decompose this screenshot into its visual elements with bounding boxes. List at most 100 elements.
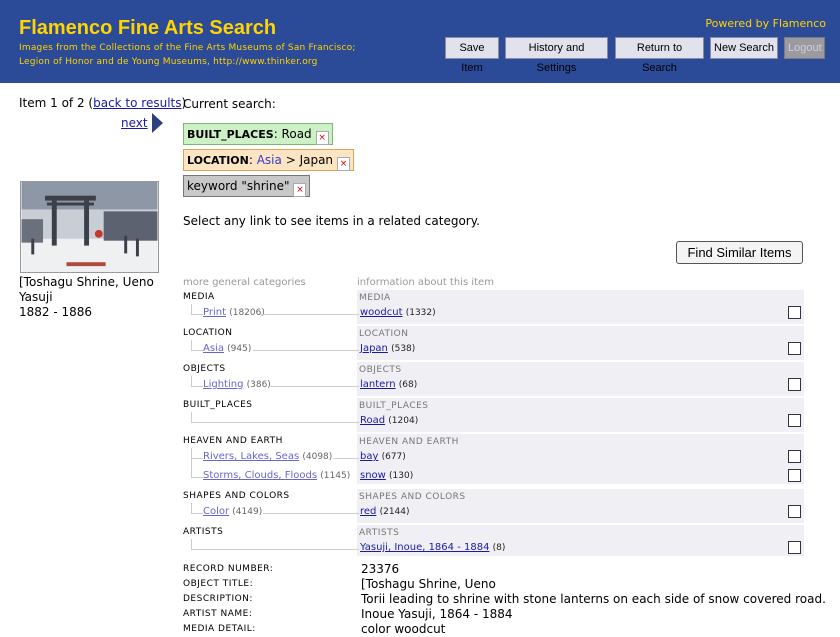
- return-to-search-button[interactable]: Return to Search: [615, 37, 704, 74]
- info-category-link[interactable]: snow (130): [360, 470, 413, 481]
- filter-separator: :: [248, 153, 257, 167]
- next-item[interactable]: next: [121, 113, 166, 133]
- meta-label: ARTIST NAME:: [183, 609, 253, 619]
- tree-line: [263, 513, 359, 514]
- tree-line: [253, 350, 359, 351]
- tree-line: [191, 549, 359, 550]
- history-settings-button[interactable]: History and Settings: [505, 37, 608, 74]
- record-number: 23376: [361, 562, 400, 576]
- similar-checkbox[interactable]: [788, 469, 801, 482]
- filter-chip-built-places: BUILT_PLACES: Road ×: [183, 123, 333, 145]
- tree-line: [191, 458, 203, 459]
- meta-label: DESCRIPTION:: [183, 594, 253, 604]
- meta-label: RECORD NUMBER:: [183, 564, 274, 574]
- category-name: LOCATION: [183, 328, 233, 338]
- tree-line: [191, 513, 203, 514]
- related-hint: Select any link to see items in a relate…: [183, 214, 480, 228]
- filter-parent-link[interactable]: Asia: [257, 153, 282, 167]
- general-category-link[interactable]: Color (4149): [203, 506, 262, 517]
- tree-line: [191, 314, 203, 315]
- next-arrow-icon[interactable]: [152, 113, 163, 133]
- new-search-button[interactable]: New Search: [710, 37, 778, 59]
- tree-line: [191, 304, 192, 314]
- info-category-link[interactable]: bay (677): [360, 451, 406, 462]
- tree-line: [191, 412, 192, 422]
- info-category-link[interactable]: red (2144): [360, 506, 410, 517]
- back-to-results-link[interactable]: back to results: [93, 96, 181, 110]
- category-band-label: SHAPES AND COLORS: [359, 492, 466, 502]
- category-name: SHAPES AND COLORS: [183, 491, 290, 501]
- category-band-label: HEAVEN AND EARTH: [359, 437, 459, 447]
- app-title[interactable]: Flamenco Fine Arts Search: [19, 17, 276, 40]
- tree-line: [191, 422, 359, 423]
- similar-checkbox[interactable]: [788, 505, 801, 518]
- similar-checkbox[interactable]: [788, 342, 801, 355]
- tree-line: [191, 340, 192, 350]
- description-value: Torii leading to shrine with stone lante…: [361, 592, 826, 606]
- filter-facet: BUILT_PLACES: [187, 128, 274, 141]
- category-band-label: BUILT_PLACES: [359, 401, 429, 411]
- filter-chip-location: LOCATION: Asia > Japan ×: [183, 149, 355, 171]
- meta-label: MEDIA DETAIL:: [183, 624, 256, 634]
- object-dates: 1882 - 1886: [19, 305, 93, 319]
- object-title: [Toshagu Shrine, Ueno Yasuji: [19, 275, 154, 304]
- remove-filter-icon[interactable]: ×: [337, 157, 351, 171]
- info-category-link[interactable]: woodcut (1332): [360, 307, 436, 318]
- similar-checkbox[interactable]: [788, 414, 801, 427]
- tree-line: [191, 448, 192, 477]
- subtitle-line-2: Legion of Honor and de Young Museums, ht…: [19, 57, 318, 67]
- category-name: BUILT_PLACES: [183, 400, 253, 410]
- tree-line: [191, 477, 203, 478]
- general-category-link[interactable]: Storms, Clouds, Floods (1145): [203, 470, 350, 481]
- app-subtitle: Images from the Collections of the Fine …: [19, 41, 356, 69]
- remove-filter-icon[interactable]: ×: [293, 183, 307, 197]
- next-link[interactable]: next: [121, 116, 148, 130]
- category-name: HEAVEN AND EARTH: [183, 436, 283, 446]
- filter-arrow: >: [281, 153, 300, 167]
- tree-line: [191, 539, 192, 549]
- category-band: [357, 326, 804, 360]
- item-info-header: information about this item: [357, 277, 494, 288]
- tree-line: [260, 314, 359, 315]
- similar-checkbox[interactable]: [788, 378, 801, 391]
- category-band-label: LOCATION: [359, 329, 409, 339]
- similar-checkbox[interactable]: [788, 541, 801, 554]
- artwork-thumbnail[interactable]: [20, 181, 159, 273]
- category-band: [357, 362, 804, 396]
- remove-filter-icon[interactable]: ×: [315, 131, 329, 145]
- info-category-link[interactable]: Japan (538): [360, 343, 415, 354]
- artist-name-value: Inoue Yasuji, 1864 - 1884: [361, 607, 513, 621]
- current-search-label: Current search:: [183, 97, 276, 111]
- category-name: MEDIA: [183, 292, 215, 302]
- category-name: OBJECTS: [183, 364, 226, 374]
- object-title-value: [Toshagu Shrine, Ueno: [361, 577, 496, 591]
- info-category-link[interactable]: lantern (68): [360, 379, 417, 390]
- similar-checkbox[interactable]: [788, 450, 801, 463]
- general-category-link[interactable]: Rivers, Lakes, Seas (4098): [203, 451, 332, 462]
- header-bar: Flamenco Fine Arts Search Images from th…: [0, 0, 840, 83]
- filter-value: keyword "shrine": [187, 179, 290, 193]
- info-category-link[interactable]: Yasuji, Inoue, 1864 - 1884 (8): [360, 542, 505, 553]
- save-item-button[interactable]: Save Item: [445, 37, 499, 74]
- meta-label: OBJECT TITLE:: [183, 579, 254, 589]
- item-position-text: Item 1 of 2 (: [19, 96, 94, 110]
- category-band-label: MEDIA: [359, 293, 391, 303]
- similar-checkbox[interactable]: [788, 306, 801, 319]
- tree-line: [333, 458, 359, 459]
- general-category-link[interactable]: Asia (945): [203, 343, 251, 354]
- logout-button[interactable]: Logout: [784, 37, 825, 59]
- tree-line: [191, 503, 192, 513]
- general-category-link[interactable]: Lighting (386): [203, 379, 271, 390]
- media-detail-value: color woodcut: [361, 622, 446, 636]
- powered-by-link[interactable]: Powered by Flamenco: [705, 17, 826, 30]
- tree-line: [191, 376, 192, 386]
- filter-facet: LOCATION: [187, 154, 249, 167]
- category-band-label: OBJECTS: [359, 365, 402, 375]
- subtitle-line-1: Images from the Collections of the Fine …: [19, 43, 356, 53]
- general-categories-header: more general categories: [183, 277, 306, 288]
- find-similar-button[interactable]: Find Similar Items: [676, 241, 803, 264]
- filter-value: : Road: [273, 127, 312, 141]
- info-category-link[interactable]: Road (1204): [360, 415, 418, 426]
- general-category-link[interactable]: Print (18206): [203, 307, 265, 318]
- tree-line: [191, 350, 203, 351]
